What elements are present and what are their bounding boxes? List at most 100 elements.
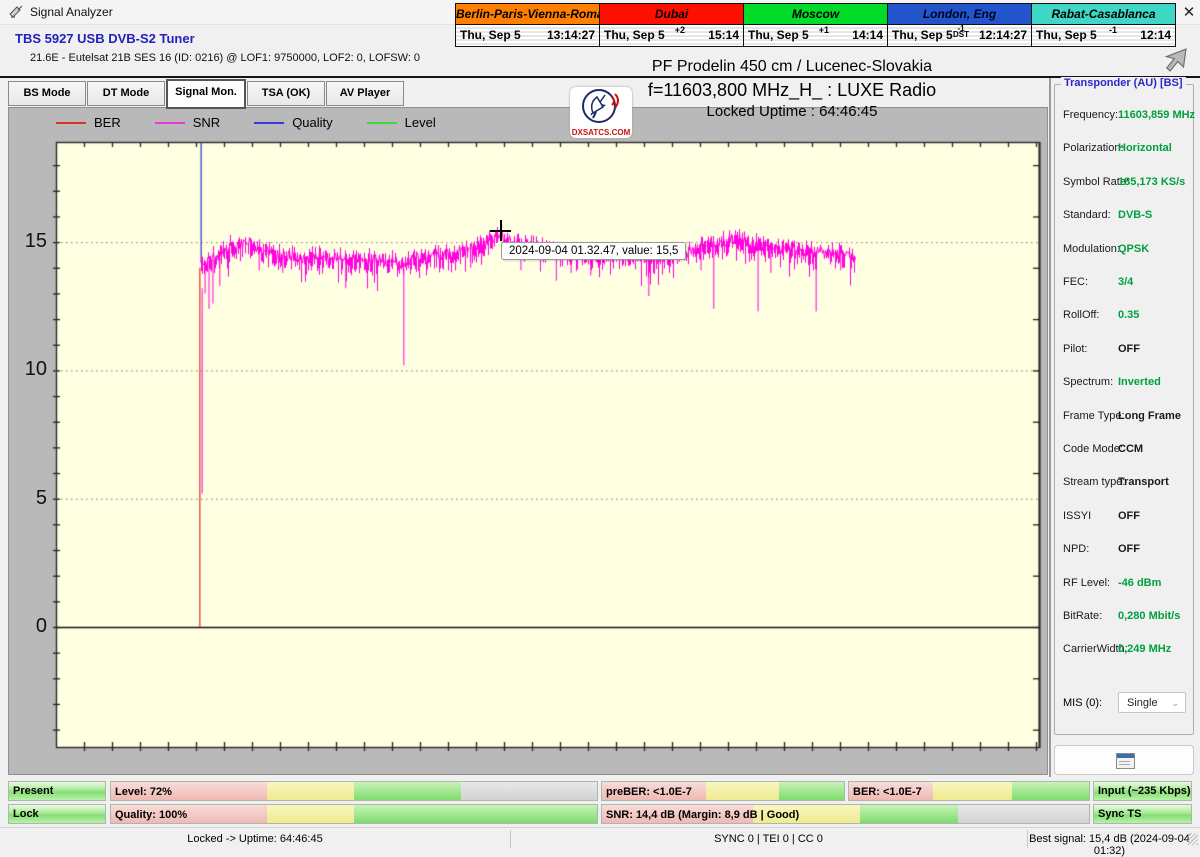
y-tick-label-10: 10 [24, 358, 47, 381]
transponder-row-code-mode-: Code Mode: CCM [1063, 443, 1189, 457]
signal-chart-panel: BERSNRQualityLevel 051015 2024-09-04 01.… [8, 107, 1048, 775]
uptime-label: Locked Uptime : 64:46:45 [706, 103, 878, 120]
transponder-row-bitrate-: BitRate: 0,280 Mbit/s [1063, 610, 1189, 624]
meter-level: Level: 72% [110, 781, 598, 801]
mode-tabs: BS Mode DT Mode Signal Mon. TSA (OK) AV Play… [8, 79, 405, 109]
row-value: -46 dBm [1118, 576, 1162, 589]
y-tick-label-0: 0 [35, 615, 47, 637]
clock-offset: +1 [818, 25, 829, 35]
transponder-group: Transponder (AU) [BS] Frequency: 11603,85… [1054, 77, 1195, 735]
status-box-present: Present [8, 781, 106, 801]
transponder-row-modulation-: Modulation: QPSK [1063, 243, 1189, 257]
row-value: Inverted [1118, 376, 1161, 389]
tab-signal-mon-[interactable]: Signal Mon. [166, 79, 246, 109]
meter-segment-gray [957, 805, 1089, 823]
transponder-row-issyi: ISSYI OFF [1063, 510, 1189, 524]
y-tick-label-15: 15 [24, 230, 47, 253]
header-separator [0, 76, 1200, 78]
transponder-row-rf-level-: RF Level: -46 dBm [1063, 577, 1189, 591]
close-icon[interactable]: ✕ [1180, 4, 1198, 22]
stream-window-button[interactable] [1054, 745, 1194, 775]
transponder-row-symbol-rate-: Symbol Rate: 185,173 KS/s [1063, 176, 1189, 190]
row-value: Long Frame [1118, 409, 1181, 422]
meter-segment-green [1012, 782, 1089, 800]
transponder-row-polarization-: Polarization: Horizontal [1063, 142, 1189, 156]
meter-segment-green [860, 805, 958, 823]
snr-chart[interactable] [9, 108, 1047, 774]
resize-grip[interactable] [1188, 833, 1198, 845]
clock-city: Moscow [744, 4, 887, 25]
tab-bs-mode[interactable]: BS Mode [8, 81, 86, 106]
clock-time: 14:14 [852, 28, 883, 42]
tab-av-player[interactable]: AV Player [326, 81, 404, 106]
transponder-group-title: Transponder (AU) [BS] [1061, 77, 1186, 89]
chevron-down-icon: ⌄ [1171, 698, 1179, 708]
row-value: QPSK [1118, 242, 1150, 255]
clock-day: Thu, Sep 5 [892, 28, 953, 42]
row-label: Pilot: [1063, 342, 1088, 355]
crosshair-cursor [490, 220, 511, 241]
meter-segment-yellow [266, 805, 354, 823]
y-tick-label-5: 5 [35, 486, 47, 509]
clock-time: 12:14:27 [978, 28, 1027, 42]
clock-time: 12:14 [1140, 28, 1171, 42]
row-value: DVB-S [1118, 209, 1153, 222]
meter-segment-green [778, 782, 844, 800]
row-value: 0.35 [1118, 309, 1140, 322]
clock-time: 15:14 [708, 28, 739, 42]
transponder-row-pilot-: Pilot: OFF [1063, 343, 1189, 357]
clock-time-row: Thu, Sep 5 +1 14:14 [744, 25, 887, 46]
meter-label: SNR: 14,4 dB (Margin: 8,9 dB | Good) [606, 809, 800, 821]
status-sync: SYNC 0 | TEI 0 | CC 0 [714, 833, 823, 845]
row-value: 3/4 [1118, 276, 1134, 288]
satellite-dish-icon [582, 89, 619, 123]
mouse-pointer-icon [1164, 48, 1187, 72]
row-value: OFF [1118, 509, 1140, 522]
tab-tsa-ok-[interactable]: TSA (OK) [247, 81, 325, 106]
transponder-row-spectrum-: Spectrum: Inverted [1063, 376, 1189, 390]
row-label: ISSYI [1063, 509, 1092, 522]
clock-time-row: Thu, Sep 5 -1 12:14 [1032, 25, 1175, 46]
clock-2: Moscow Thu, Sep 5 +1 14:14 [743, 3, 888, 47]
row-label: Frame Type: [1063, 409, 1125, 422]
row-label: RF Level: [1063, 576, 1111, 589]
clock-city: Berlin-Paris-Vienna-Roma [456, 4, 599, 25]
status-box-lock: Lock [8, 804, 106, 824]
row-value: 11603,859 MHz [1118, 109, 1196, 121]
row-value: Transport [1118, 476, 1169, 489]
clock-offset: +2 [674, 25, 685, 35]
row-label: Frequency: [1063, 109, 1119, 121]
meter-label: Quality: 100% [115, 809, 188, 821]
meter-label: Level: 72% [115, 786, 172, 798]
transponder-row-frequency-: Frequency: 11603,859 MHz [1063, 109, 1195, 123]
row-value: 185,173 KS/s [1118, 175, 1186, 188]
clock-4: Rabat-Casablanca Thu, Sep 5 -1 12:14 [1031, 3, 1176, 47]
panel-splitter[interactable] [1049, 78, 1051, 777]
status-uptime: Locked -> Uptime: 64:46:45 [187, 833, 323, 845]
status-box-sync-ts: Sync TS [1093, 804, 1192, 824]
row-label: NPD: [1063, 543, 1090, 556]
clock-time-row: Thu, Sep 5 13:14:27 [456, 25, 599, 46]
meter-segment-green [354, 805, 597, 823]
status-best-signal: Best signal: 15,4 dB (2024-09-04 01:32) [1029, 833, 1190, 857]
clock-city: Rabat-Casablanca [1032, 4, 1175, 25]
tab-dt-mode[interactable]: DT Mode [87, 81, 165, 106]
meter-ber: BER: <1.0E-7 [848, 781, 1090, 801]
meter-segment-yellow [266, 782, 354, 800]
row-label: Standard: [1063, 209, 1111, 222]
transponder-row-carrierwidth-: CarrierWidth: 0,249 MHz [1063, 643, 1189, 657]
tuner-name: TBS 5927 USB DVB-S2 Tuner [15, 31, 195, 46]
clock-city: London, Eng [888, 4, 1031, 25]
app-icon [9, 5, 23, 18]
mis-value: Single [1127, 697, 1158, 709]
transponder-row-standard-: Standard: DVB-S [1063, 209, 1189, 223]
row-label: Polarization: [1063, 142, 1124, 155]
transponder-row-stream-type-: Stream type: Transport [1063, 476, 1189, 490]
logo-text: DXSATCS.COM [571, 128, 631, 137]
row-label: Spectrum: [1063, 376, 1114, 389]
mis-dropdown[interactable]: Single ⌄ [1118, 692, 1186, 713]
clock-day: Thu, Sep 5 [604, 28, 665, 42]
mis-label: MIS (0): [1063, 697, 1103, 709]
row-value: CCM [1118, 443, 1144, 455]
row-value: Horizontal [1118, 142, 1172, 155]
